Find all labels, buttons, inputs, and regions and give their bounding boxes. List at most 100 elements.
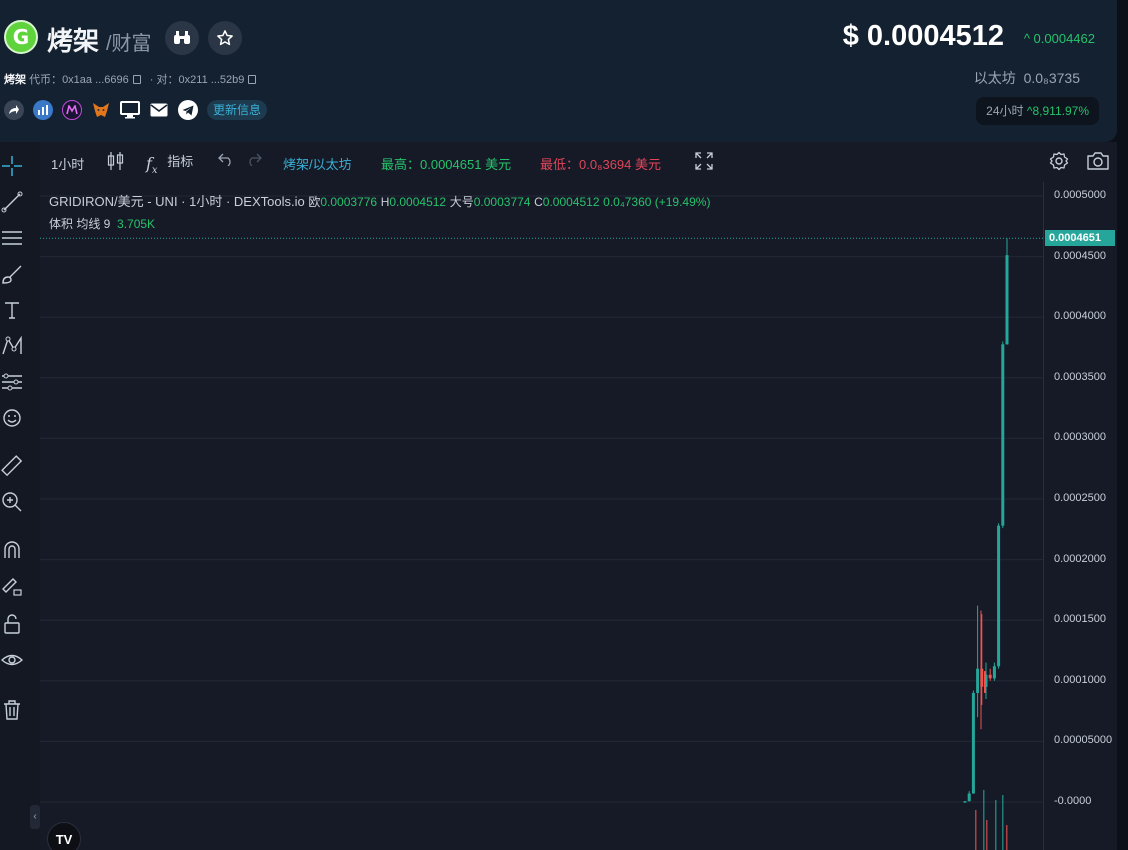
zoom-tool[interactable]: [0, 490, 24, 514]
zoom-in-icon: [2, 492, 22, 512]
chart-canvas: [40, 195, 1043, 850]
fib-tool[interactable]: [0, 226, 24, 250]
brush-tool[interactable]: [0, 262, 24, 286]
email-icon[interactable]: [149, 100, 169, 120]
chart-legend: GRIDIRON/美元 - UNI · 1小时 · DEXTools.io 欧 0…: [49, 191, 710, 210]
star-icon: [217, 30, 233, 46]
magnet-tool[interactable]: [0, 538, 24, 562]
pattern-tool[interactable]: [0, 334, 24, 358]
volume-bar: [975, 810, 977, 850]
candle-body: [1001, 344, 1005, 526]
price-tick-label: 0.0004500: [1054, 249, 1106, 262]
telegram-icon[interactable]: [178, 100, 198, 120]
crosshair-tool[interactable]: [0, 154, 24, 178]
lock-drawings-tool[interactable]: [0, 574, 24, 598]
volume-bar: [1006, 825, 1008, 850]
nftmarket-icon[interactable]: [62, 100, 82, 120]
crosshair-icon: [2, 156, 22, 176]
chart-toolbar: 1小时 fx 指标 烤架/以太坊 最高：0.0004651 美元 最低：0.0₈…: [40, 142, 1117, 182]
trend-line-icon: [1, 191, 23, 213]
favorite-button[interactable]: [208, 21, 242, 55]
token-name: 烤架: [47, 26, 100, 56]
gear-icon: [1049, 151, 1069, 171]
volume-value: 3.705K: [117, 217, 156, 231]
lock-tool[interactable]: [0, 612, 24, 636]
token-address-label: 代币：: [29, 74, 63, 86]
snapshot-button[interactable]: [1086, 151, 1110, 174]
candle-body: [988, 674, 992, 679]
camera-icon: [1087, 152, 1109, 170]
indicators-button[interactable]: fx 指标: [146, 151, 193, 176]
ruler-icon: [1, 455, 23, 477]
lock-icon: [4, 614, 20, 634]
candle-body: [997, 525, 1001, 667]
price-value: 0.0004512: [866, 20, 1004, 52]
pair-address-label: · 对：: [149, 74, 179, 86]
token-logo: G: [4, 20, 38, 54]
social-links: 更新信息: [4, 100, 268, 120]
redo-button[interactable]: [246, 152, 262, 169]
price-tick-label: 0.0001500: [1054, 613, 1106, 626]
pencil-lock-icon: [2, 578, 22, 596]
eth-label: 以太坊: [973, 70, 1016, 86]
dextools-chart-icon[interactable]: [33, 100, 53, 120]
pair-label[interactable]: 烤架/以太坊: [283, 154, 352, 173]
price-change: ^ 0.0004462: [1024, 31, 1095, 46]
legend-open-key: 欧: [308, 195, 321, 209]
candles-icon: [107, 152, 124, 170]
candle-body: [992, 666, 996, 679]
copy-pair-address-icon[interactable]: [248, 75, 257, 84]
brush-icon: [2, 265, 22, 284]
visibility-tool[interactable]: [0, 648, 24, 672]
eth-price-value: 0.0₈3735: [1023, 70, 1080, 86]
price-axis[interactable]: 0.0005000 0.0004500 0.0004000 0.0003500 0.00…: [1043, 182, 1117, 850]
change-24h-value: 8,911.97%: [1032, 104, 1090, 118]
chart-type-button[interactable]: [107, 151, 125, 174]
binoculars-button[interactable]: [165, 21, 199, 55]
arrow-up-icon: ^: [1023, 31, 1030, 46]
update-info-button[interactable]: 更新信息: [207, 100, 268, 120]
fullscreen-icon: [695, 152, 713, 170]
trash-icon: [4, 700, 20, 720]
price-tick-label: 0.00005000: [1054, 734, 1113, 747]
trend-line-tool[interactable]: [0, 190, 24, 214]
legend-high: 0.0004512: [389, 195, 447, 209]
low-price: 最低：0.0₈3694 美元: [540, 157, 661, 172]
legend-title: GRIDIRON/美元 - UNI · 1小时 · DEXTools.io: [49, 194, 305, 209]
drawing-toolbar: [0, 142, 40, 850]
undo-icon: [218, 153, 231, 167]
share-icon[interactable]: [4, 100, 24, 120]
fx-icon: fx: [146, 154, 158, 177]
tradingview-logo[interactable]: TV: [47, 822, 81, 850]
projection-tool[interactable]: [0, 370, 24, 394]
undo-button[interactable]: [218, 152, 234, 169]
settings-button[interactable]: [1049, 151, 1069, 174]
chevron-left-icon: ‹: [33, 811, 37, 822]
price-change-value: 0.0004462: [1033, 31, 1095, 46]
website-icon[interactable]: [120, 100, 140, 120]
token-address: 0x1aa ...6696: [62, 74, 129, 86]
copy-token-address-icon[interactable]: [132, 75, 141, 84]
legend-close-key: C: [534, 195, 543, 209]
change-24h-badge: 24小时 ^8,911.97%: [976, 97, 1099, 125]
volume-bar: [983, 790, 985, 850]
metamask-icon[interactable]: [91, 100, 111, 120]
emoji-tool[interactable]: [0, 406, 24, 430]
collapse-toolbar-button[interactable]: ‹: [30, 805, 40, 829]
ruler-tool[interactable]: [0, 454, 24, 478]
right-gutter: [1117, 0, 1128, 850]
volume-label: 体积 均线 9: [49, 217, 111, 231]
fullscreen-button[interactable]: [695, 152, 713, 173]
delete-tool[interactable]: [0, 698, 24, 722]
price-tick-label: 0.0001000: [1054, 673, 1106, 686]
change-24h-label: 24小时: [986, 104, 1024, 118]
price-chart[interactable]: GRIDIRON/美元 - UNI · 1小时 · DEXTools.io 欧 0…: [40, 182, 1043, 850]
text-tool[interactable]: [0, 298, 24, 322]
price-tick-label: -0.0000: [1054, 795, 1092, 807]
legend-low-key: 大号: [449, 195, 474, 209]
current-price-label: 0.0004651: [1045, 230, 1115, 247]
interval-button[interactable]: 1小时: [51, 154, 84, 173]
price-tick-label: 0.0002500: [1054, 492, 1106, 504]
projection-icon: [2, 373, 22, 391]
smiley-icon: [3, 409, 21, 427]
